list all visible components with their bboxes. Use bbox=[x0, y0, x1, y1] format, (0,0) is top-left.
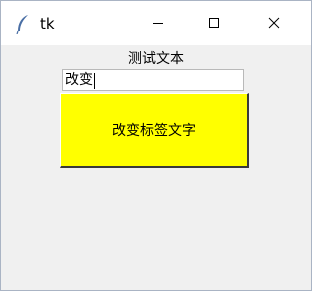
text-entry[interactable]: 改变 bbox=[62, 69, 244, 91]
maximize-icon bbox=[209, 18, 219, 28]
change-label-button[interactable]: 改变标签文字 bbox=[60, 93, 249, 168]
window-title: tk bbox=[40, 15, 55, 33]
client-area: 测试文本 改变 改变标签文字 bbox=[1, 45, 311, 290]
minimize-icon bbox=[153, 23, 163, 24]
text-caret bbox=[94, 73, 95, 89]
tk-window: tk 测试文本 改变 改变标签文字 bbox=[0, 0, 312, 291]
minimize-button[interactable] bbox=[135, 1, 181, 45]
title-bar[interactable]: tk bbox=[1, 1, 311, 45]
maximize-button[interactable] bbox=[191, 1, 237, 45]
entry-value: 改变 bbox=[65, 72, 93, 88]
feather-icon bbox=[15, 14, 31, 35]
test-label: 测试文本 bbox=[128, 51, 184, 67]
close-icon bbox=[268, 17, 280, 29]
close-button[interactable] bbox=[251, 1, 297, 45]
